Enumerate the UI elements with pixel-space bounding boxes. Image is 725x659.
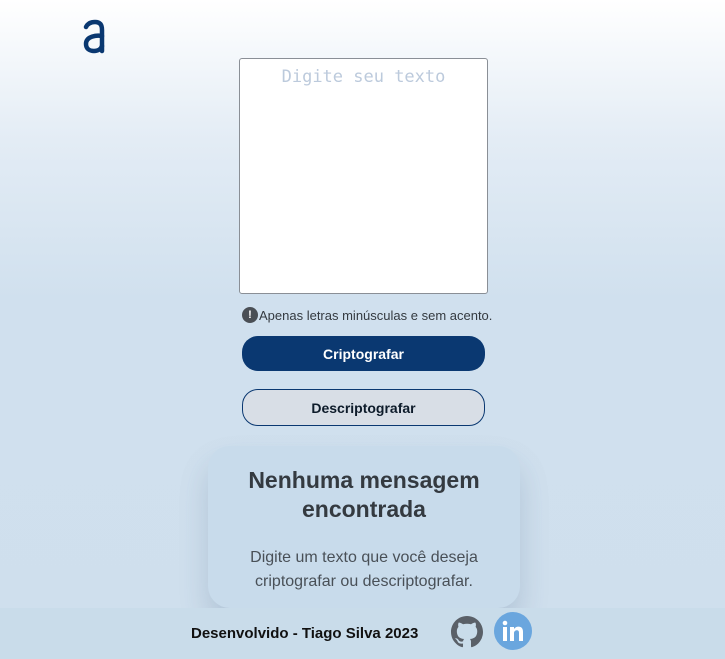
linkedin-link[interactable] [494, 612, 532, 650]
decrypt-button[interactable]: Descriptografar [242, 389, 485, 426]
footer-credit: Desenvolvido - Tiago Silva 2023 [191, 625, 419, 642]
alura-a-logo-icon [83, 19, 105, 54]
hint-text: Apenas letras minúsculas e sem acento. [259, 307, 493, 323]
logo[interactable] [80, 18, 108, 56]
output-card: Nenhuma mensagem encontrada Digite um te… [208, 446, 520, 608]
input-hint: ! Apenas letras minúsculas e sem acento. [242, 306, 492, 324]
linkedin-icon [502, 620, 523, 641]
text-input[interactable] [239, 58, 488, 294]
github-icon [451, 616, 483, 648]
output-card-title: Nenhuma mensagem encontrada [248, 467, 480, 522]
exclamation-circle-icon: ! [242, 307, 258, 323]
footer: Desenvolvido - Tiago Silva 2023 [0, 608, 725, 659]
github-link[interactable] [451, 616, 483, 648]
encrypt-button[interactable]: Criptografar [242, 336, 485, 371]
output-card-text: Digite um texto que você deseja criptogr… [250, 549, 478, 590]
